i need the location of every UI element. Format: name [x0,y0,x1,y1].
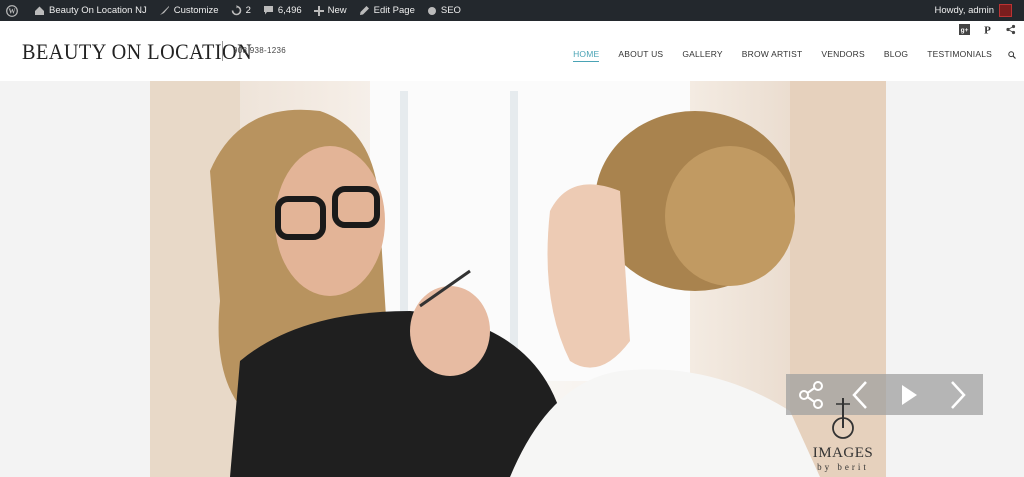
share-icon[interactable] [1005,24,1016,35]
nav-brow-artist[interactable]: BROW ARTIST [742,49,803,61]
social-links: g+ P [959,24,1016,35]
play-icon [902,384,918,405]
pencil-icon [359,6,369,15]
updates-count: 2 [245,5,251,16]
howdy-label: Howdy, admin [934,5,995,16]
site-name-link[interactable]: Beauty On Location NJ [28,0,153,21]
comments-count: 6,496 [277,5,302,16]
photographer-watermark: IMAGES by berit [812,398,874,472]
seo-status-icon [427,6,436,15]
svg-text:W: W [9,7,16,15]
updates-link[interactable]: 2 [225,0,257,21]
svg-text:P: P [984,25,991,36]
my-account-link[interactable]: Howdy, admin [929,0,1019,21]
nav-about-us[interactable]: ABOUT US [618,49,663,61]
search-icon[interactable] [1008,46,1016,64]
hero-photo-illustration [150,81,886,477]
comment-icon [263,6,273,15]
google-plus-icon[interactable]: g+ [959,24,970,35]
customize-link[interactable]: Customize [153,0,225,21]
comments-link[interactable]: 6,496 [257,0,308,21]
svg-text:g+: g+ [961,27,969,34]
edit-page-label: Edit Page [373,5,415,16]
nav-gallery[interactable]: GALLERY [682,49,722,61]
updates-icon [231,5,241,16]
seo-link[interactable]: SEO [421,0,467,21]
edit-page-link[interactable]: Edit Page [353,0,421,21]
logo-divider [222,41,223,61]
slide-play-button[interactable] [889,374,929,415]
watermark-logo-icon [832,398,854,439]
avatar [999,4,1012,17]
wordpress-icon: W [6,4,18,17]
nav-vendors[interactable]: VENDORS [821,49,864,61]
nav-home[interactable]: HOME [573,49,600,62]
watermark-subtitle: by berit [817,462,869,472]
home-icon [35,6,44,15]
pinterest-icon[interactable]: P [982,24,993,36]
nav-testimonials[interactable]: TESTIMONIALS [927,49,992,61]
hero-slide-image [150,81,886,477]
site-header: BEAUTY ON LOCATION 908 938-1236 g+ P HOM… [0,21,1024,81]
customize-label: Customize [173,5,219,16]
main-navigation: HOME ABOUT US GALLERY BROW ARTIST VENDOR… [554,46,1016,64]
site-logo[interactable]: BEAUTY ON LOCATION [22,39,252,65]
site-name-label: Beauty On Location NJ [49,5,147,16]
admin-bar: W Beauty On Location NJ Customize 2 6,49… [0,0,1024,21]
watermark-title: IMAGES [812,445,874,461]
seo-label: SEO [440,5,461,16]
chevron-right-icon [951,380,967,409]
new-label: New [327,5,347,16]
paintbrush-icon [159,6,169,15]
new-content-link[interactable]: New [308,0,353,21]
slide-next-button[interactable] [938,374,978,415]
phone-number: 908 938-1236 [233,46,286,55]
nav-blog[interactable]: BLOG [884,49,908,61]
plus-icon [313,5,324,16]
wordpress-logo-button[interactable]: W [0,0,28,21]
